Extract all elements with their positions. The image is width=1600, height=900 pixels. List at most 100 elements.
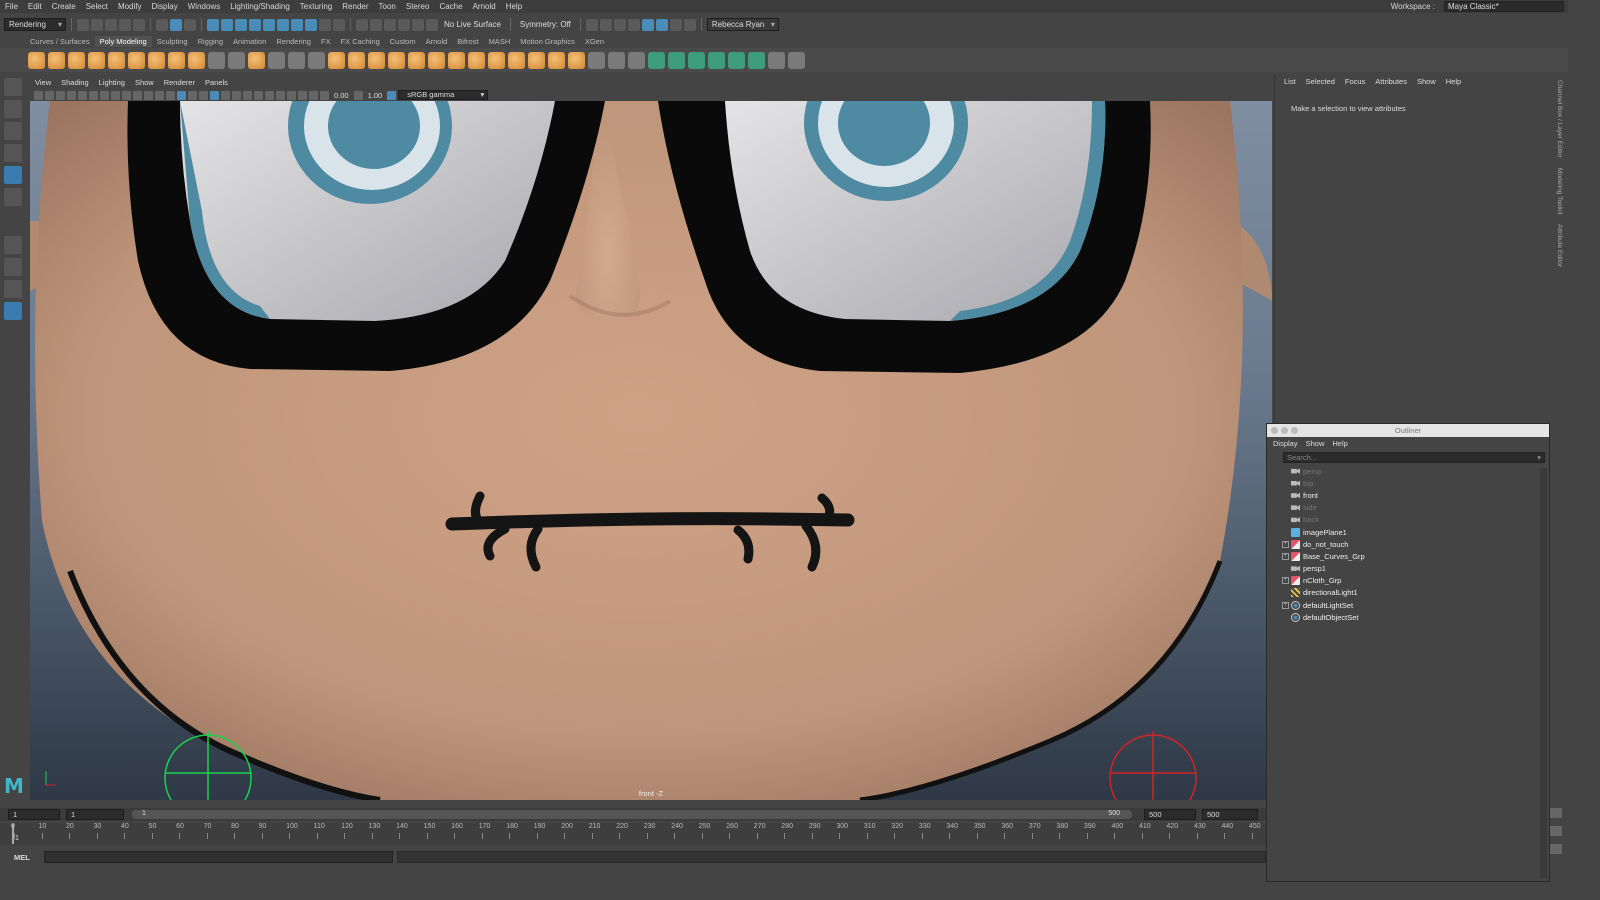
select-tool-icon[interactable] — [4, 78, 22, 96]
panel-menu-shading[interactable]: Shading — [56, 78, 94, 89]
attr-menu-show[interactable]: Show — [1412, 77, 1441, 86]
undo-icon[interactable] — [119, 18, 131, 31]
outliner-item[interactable]: persp1 — [1267, 563, 1549, 575]
arnold-render-icon[interactable] — [669, 18, 682, 31]
wireframe-on-shaded-icon[interactable] — [188, 90, 197, 100]
bevel-icon[interactable] — [508, 51, 525, 69]
auto-map-icon[interactable] — [728, 51, 745, 69]
snap-curve-icon[interactable] — [370, 18, 382, 31]
film-gate-icon[interactable] — [111, 90, 120, 100]
two-d-pan-zoom-icon[interactable] — [78, 90, 87, 100]
outliner-menu-show[interactable]: Show — [1302, 439, 1329, 448]
shelf-tab-xgen[interactable]: XGen — [580, 36, 609, 47]
textured-icon[interactable] — [199, 90, 208, 100]
playback-prefs-icon[interactable] — [1550, 826, 1562, 836]
snap-grid-icon[interactable] — [356, 18, 368, 31]
motion-blur-icon[interactable] — [243, 90, 252, 100]
super-shape-icon[interactable] — [188, 51, 205, 69]
mask-dynamics-icon[interactable] — [277, 18, 289, 31]
mask-misc-icon[interactable] — [305, 18, 317, 31]
outliner-item[interactable]: + defaultLightSet — [1267, 599, 1549, 611]
shelf-tab-fx-caching[interactable]: FX Caching — [336, 36, 385, 47]
panel-menu-panels[interactable]: Panels — [200, 78, 233, 89]
save-scene-icon[interactable] — [105, 18, 117, 31]
menu-stereo[interactable]: Stereo — [401, 2, 435, 11]
two-pane-layout-icon[interactable] — [4, 280, 22, 298]
history-icon[interactable] — [585, 18, 598, 31]
menu-render[interactable]: Render — [337, 2, 373, 11]
outliner-menu-display[interactable]: Display — [1269, 439, 1302, 448]
paint-select-tool-icon[interactable] — [4, 122, 22, 140]
use-all-lights-icon[interactable] — [210, 90, 219, 100]
live-surface-label[interactable]: No Live Surface — [440, 20, 505, 29]
outliner-item[interactable]: defaultObjectSet — [1267, 611, 1549, 623]
highlight-selection-icon[interactable] — [333, 18, 345, 31]
menu-display[interactable]: Display — [147, 2, 183, 11]
menu-edit[interactable]: Edit — [23, 2, 47, 11]
poly-text-icon[interactable] — [228, 51, 245, 69]
outliner-item[interactable]: top — [1267, 477, 1549, 489]
side-tab-attribute-editor[interactable]: Attribute Editor — [1556, 224, 1563, 267]
shelf-tab-animation[interactable]: Animation — [228, 36, 271, 47]
cut-uv-icon[interactable] — [768, 51, 785, 69]
panel-menu-renderer[interactable]: Renderer — [159, 78, 200, 89]
move-tool-icon[interactable] — [4, 144, 22, 162]
shadows-icon[interactable] — [221, 90, 230, 100]
poke-icon[interactable] — [568, 51, 585, 69]
menuset-dropdown[interactable]: Rendering ▾ — [4, 18, 66, 31]
outliner-titlebar[interactable]: Outliner — [1267, 424, 1549, 437]
anti-aliasing-icon[interactable] — [254, 90, 263, 100]
panel-menu-lighting[interactable]: Lighting — [94, 78, 130, 89]
sweep-mesh-icon[interactable] — [208, 51, 225, 69]
outliner-menu-help[interactable]: Help — [1328, 439, 1351, 448]
wireframe-icon[interactable] — [166, 90, 175, 100]
outliner-item[interactable]: imagePlane1 — [1267, 526, 1549, 538]
menu-file[interactable]: File — [0, 2, 23, 11]
render-view-icon[interactable] — [655, 18, 668, 31]
checker-icon[interactable] — [748, 51, 765, 69]
close-icon[interactable] — [1271, 427, 1278, 434]
connect-icon[interactable] — [628, 51, 645, 69]
remesh-icon[interactable] — [388, 51, 405, 69]
smooth-shade-icon[interactable] — [177, 90, 186, 100]
boolean-icon[interactable] — [328, 51, 345, 69]
wedge-icon[interactable] — [548, 51, 565, 69]
resolution-gate-icon[interactable] — [122, 90, 131, 100]
single-pane-layout-icon[interactable] — [4, 236, 22, 254]
expand-icon[interactable]: + — [1282, 540, 1289, 548]
exposure-icon[interactable] — [320, 90, 329, 100]
mirror-icon[interactable] — [348, 51, 365, 69]
image-plane-icon[interactable] — [67, 90, 76, 100]
range-bar[interactable]: 1 500 — [132, 810, 1132, 819]
field-chart-icon[interactable] — [144, 90, 153, 100]
mask-curves-icon[interactable] — [235, 18, 247, 31]
poly-disc-icon[interactable] — [148, 51, 165, 69]
viewport[interactable]: front -Z — [30, 101, 1272, 800]
gamma-icon[interactable] — [353, 90, 363, 100]
snap-live-icon[interactable] — [412, 18, 424, 31]
select-object-icon[interactable] — [170, 18, 182, 31]
append-icon[interactable] — [528, 51, 545, 69]
outliner-item[interactable]: side — [1267, 502, 1549, 514]
combine-icon[interactable] — [268, 51, 285, 69]
symmetry-dropdown[interactable]: Symmetry: Off — [516, 20, 575, 29]
time-ruler[interactable]: 1 0 10 20 30 40 50 60 70 80 90 100 110 120 130 140 150 1… — [0, 823, 1266, 845]
grid-icon[interactable] — [100, 90, 109, 100]
poly-sphere-icon[interactable] — [28, 51, 45, 69]
attr-menu-help[interactable]: Help — [1441, 77, 1466, 86]
attr-menu-focus[interactable]: Focus — [1340, 77, 1370, 86]
panel-menu-view[interactable]: View — [30, 78, 56, 89]
new-scene-icon[interactable] — [77, 18, 89, 31]
expand-icon[interactable]: + — [1282, 577, 1289, 585]
lock-selection-icon[interactable] — [319, 18, 331, 31]
safe-action-icon[interactable] — [155, 90, 164, 100]
color-space-dropdown[interactable]: sRGB gamma ▾ — [398, 90, 489, 100]
poly-plane-icon[interactable] — [128, 51, 145, 69]
menu-toon[interactable]: Toon — [374, 2, 401, 11]
shelf-tab-arnold[interactable]: Arnold — [421, 36, 453, 47]
gate-mask-icon[interactable] — [133, 90, 142, 100]
retopo-icon[interactable] — [408, 51, 425, 69]
extract-icon[interactable] — [368, 51, 385, 69]
outliner-item[interactable]: back — [1267, 514, 1549, 526]
open-scene-icon[interactable] — [91, 18, 103, 31]
